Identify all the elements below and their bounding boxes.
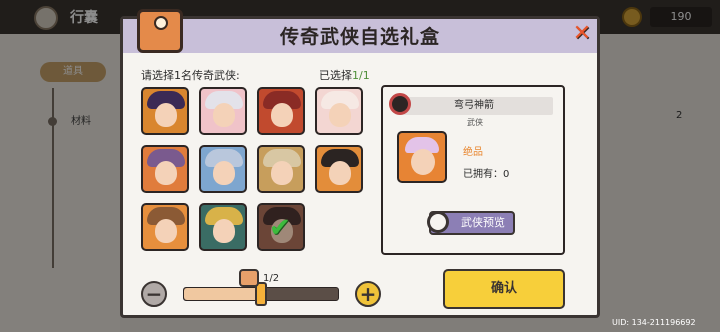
quantity-count: 1/2 xyxy=(263,273,280,284)
hero-face-icon xyxy=(271,161,293,185)
increase-button[interactable]: + xyxy=(355,281,381,307)
hero-portrait[interactable] xyxy=(315,145,363,193)
gift-box-icon xyxy=(137,9,183,53)
magnifier-icon xyxy=(427,211,449,233)
hero-face-icon xyxy=(329,103,351,127)
dialog-header: 传奇武侠自选礼盒 ✕ xyxy=(123,9,597,53)
user-id: UID: 134-211196692 xyxy=(612,318,696,327)
hero-portrait[interactable] xyxy=(315,87,363,135)
owned-count: 已拥有：0 xyxy=(463,169,510,180)
decrease-button[interactable]: − xyxy=(141,281,167,307)
hero-face-icon xyxy=(213,219,235,243)
quantity-slider[interactable] xyxy=(183,282,339,306)
hero-face-icon xyxy=(411,149,435,175)
gift-box-dialog: 传奇武侠自选礼盒 ✕ 请选择1名传奇武侠: 已选择1/1 ✔ 弯弓神箭 武侠 绝… xyxy=(120,9,600,318)
hero-face-icon xyxy=(155,219,177,243)
selected-count: 1/1 xyxy=(352,69,370,82)
selection-prompt: 请选择1名传奇武侠: xyxy=(141,69,240,82)
check-icon: ✔ xyxy=(269,213,291,243)
hero-face-icon xyxy=(213,103,235,127)
hero-role: 武侠 xyxy=(467,118,483,127)
hero-portrait-large[interactable] xyxy=(397,131,447,183)
close-button[interactable]: ✕ xyxy=(569,21,595,47)
hero-portrait[interactable] xyxy=(199,203,247,251)
hero-portrait[interactable] xyxy=(257,145,305,193)
hero-face-icon xyxy=(155,161,177,185)
hero-portrait[interactable] xyxy=(199,145,247,193)
dialog-title: 传奇武侠自选礼盒 xyxy=(279,26,440,48)
hero-portrait[interactable]: ✔ xyxy=(257,203,305,251)
confirm-button[interactable]: 确认 xyxy=(443,269,565,309)
hero-face-icon xyxy=(155,103,177,127)
hero-face-icon xyxy=(271,103,293,127)
gift-avatar-icon xyxy=(239,269,259,287)
hero-preview-button[interactable]: 武侠预览 xyxy=(427,211,515,235)
faction-emblem-icon xyxy=(389,93,411,115)
hero-detail-panel: 弯弓神箭 武侠 绝品 已拥有：0 武侠预览 xyxy=(381,85,565,255)
selected-label: 已选择 xyxy=(319,69,352,82)
slider-fill xyxy=(184,288,261,300)
selected-status: 已选择1/1 xyxy=(319,67,370,83)
hero-portrait[interactable] xyxy=(141,203,189,251)
hero-quality: 绝品 xyxy=(463,147,483,158)
preview-label: 武侠预览 xyxy=(461,216,505,229)
hero-face-icon xyxy=(213,161,235,185)
hero-portrait[interactable] xyxy=(141,87,189,135)
gift-bow-icon xyxy=(154,16,168,30)
hero-portrait[interactable] xyxy=(141,145,189,193)
hero-face-icon xyxy=(329,161,351,185)
hero-name: 弯弓神箭 xyxy=(395,97,553,115)
hero-portrait[interactable] xyxy=(199,87,247,135)
hero-portrait[interactable] xyxy=(257,87,305,135)
